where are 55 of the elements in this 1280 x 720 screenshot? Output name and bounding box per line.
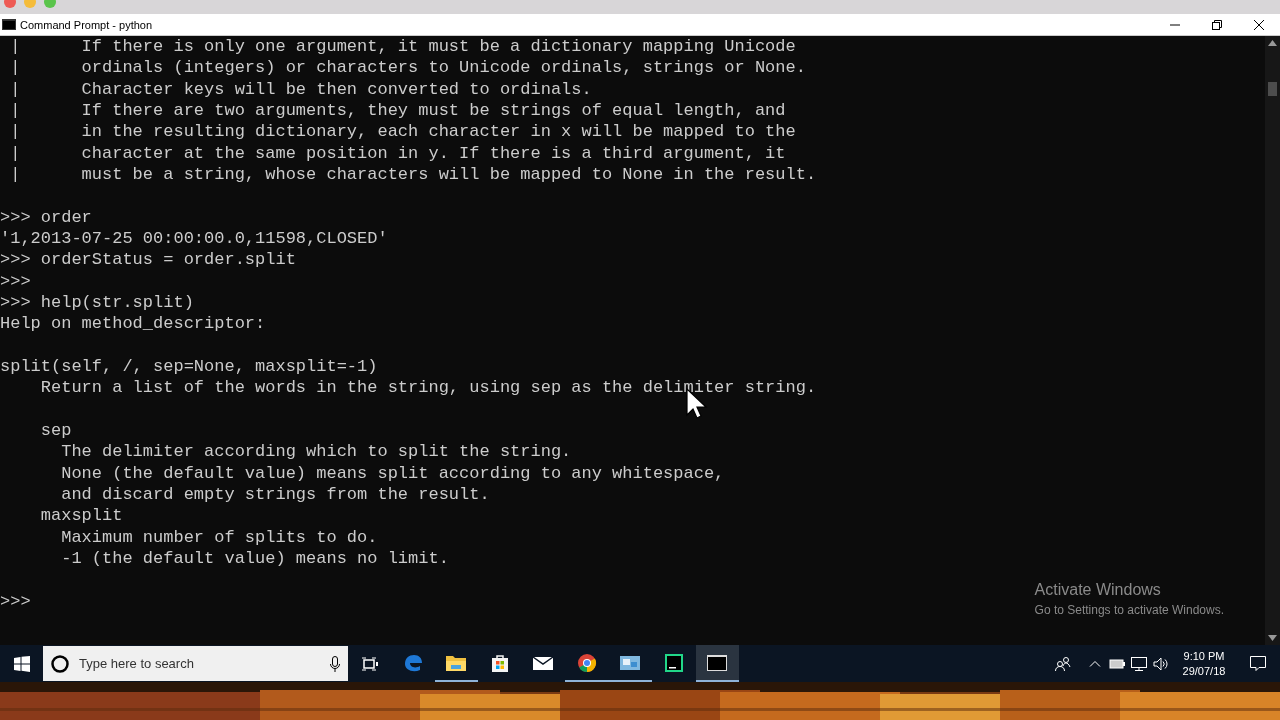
scrollbar-thumb[interactable] <box>1268 82 1277 96</box>
speaker-icon <box>1153 656 1169 671</box>
console-line: and discard empty strings from the result. <box>60 483 490 506</box>
close-icon <box>1254 19 1264 30</box>
activation-hint: Go to Settings to activate Windows. <box>1034 603 1224 617</box>
chevron-up-icon <box>1089 660 1101 667</box>
console-line: Return a list of the words in the string, using sep as the delimiter string. <box>39 377 817 399</box>
console-line: >>> help(str.split) <box>0 291 194 314</box>
microphone-icon[interactable] <box>330 655 340 672</box>
folder-icon <box>445 653 468 672</box>
console-line: | If there is only one argument, it must be a dictionary mapping Unicode <box>9 36 796 58</box>
console-line: Maximum number of splits to do. <box>60 526 378 548</box>
console-line: | must be a string, whose characters will be mapped to None in the result. <box>9 163 817 186</box>
clock-date: 29/07/18 <box>1182 663 1226 679</box>
envelope-icon <box>532 654 555 671</box>
monitor-icon <box>1131 656 1147 671</box>
scroll-down-icon[interactable] <box>1268 635 1277 641</box>
speech-bubble-icon <box>1250 656 1266 671</box>
activation-title: Activate Windows <box>1034 581 1162 599</box>
console-line: Help on method_descriptor: <box>0 313 266 335</box>
chrome-icon <box>576 652 597 673</box>
console-line: >>> orderStatus = order.split <box>0 249 296 271</box>
console-line: -1 (the default value) means no limit. <box>60 547 449 570</box>
console-line: split(self, /, sep=None, maxsplit=-1) <box>0 355 378 378</box>
ide-icon <box>663 652 684 673</box>
cortana-circle-icon <box>51 654 69 673</box>
console-line: | ordinals (integers) or characters to Unicode ordinals, strings or None. <box>9 57 806 79</box>
taskbar-app-button[interactable] <box>695 645 739 682</box>
console-line: | character at the same position in y. If there is a third argument, it <box>9 142 786 164</box>
windows-logo-icon <box>13 655 30 672</box>
console-line: | If there are two arguments, they must be strings of equal length, and <box>9 100 786 122</box>
console-line: '1,2013-07-25 00:00:00.0,11598,CLOSED' <box>0 227 388 250</box>
battery-icon <box>1109 658 1125 669</box>
clock-time: 9:10 PM <box>1183 648 1225 664</box>
console-line: None (the default value) means split according to any whitespace, <box>60 462 725 484</box>
console-line: >>> <box>0 590 31 612</box>
console-line: The delimiter according which to split the string. <box>60 441 572 463</box>
console-line: | Character keys will be then converted to ordinals. <box>9 78 592 100</box>
window-icon <box>619 653 642 672</box>
search-field[interactable]: Type here to search <box>77 655 322 672</box>
browser-icon <box>402 652 423 673</box>
task-view-icon <box>361 656 378 671</box>
console-line: >>> <box>0 270 31 292</box>
window-title: Command Prompt - python <box>20 18 154 31</box>
console-line: >>> order <box>0 206 92 228</box>
search-bar[interactable]: Type here to search <box>43 646 348 681</box>
console-line: sep <box>39 419 72 442</box>
console-icon <box>2 19 16 30</box>
shopping-bag-icon <box>489 652 510 673</box>
people-icon <box>1055 656 1071 671</box>
console-line: | in the resulting dictionary, each character in x will be mapped to the <box>9 121 796 143</box>
console-line: maxsplit <box>39 505 123 527</box>
terminal-icon <box>706 653 729 672</box>
scroll-up-icon[interactable] <box>1268 40 1277 46</box>
restore-icon <box>1212 19 1222 30</box>
